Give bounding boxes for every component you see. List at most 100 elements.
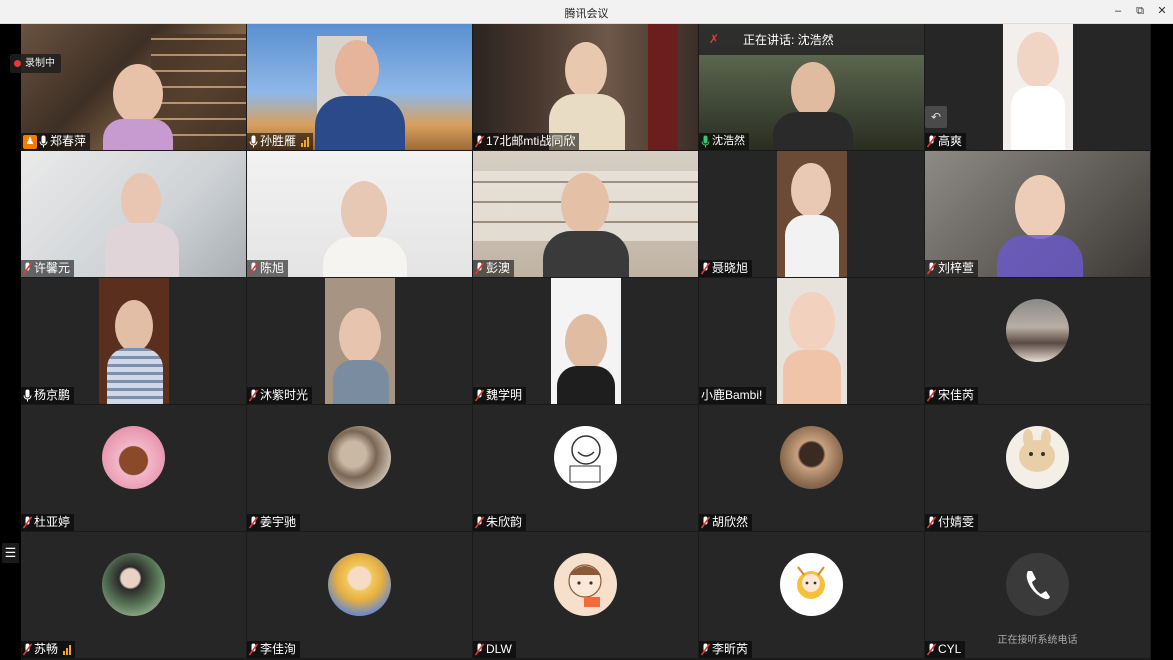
participant-tile[interactable]: 魏学明 <box>473 278 698 404</box>
participant-tile[interactable]: 彭澳 <box>473 151 698 277</box>
mic-muted-icon <box>475 135 484 148</box>
mic-muted-icon: ✗ <box>709 32 720 46</box>
participant-name: 沈浩然 <box>712 135 745 147</box>
participant-nametag: 胡欣然 <box>699 514 753 531</box>
mic-muted-icon <box>23 516 32 529</box>
participant-name: DLW <box>486 642 512 656</box>
participant-name: 17北邮mti战同欣 <box>486 134 576 148</box>
avatar <box>102 553 165 616</box>
participant-nametag: 陈旭 <box>247 260 289 277</box>
video-feed <box>1003 24 1073 150</box>
signal-icon <box>63 644 72 655</box>
participant-tile[interactable]: 胡欣然 <box>699 405 924 531</box>
video-feed <box>473 151 698 277</box>
participant-name: 付婧雯 <box>938 515 975 529</box>
participant-tile[interactable]: 朱欣韵 <box>473 405 698 531</box>
participant-tile[interactable]: 宋佳芮 <box>925 278 1150 404</box>
participant-name: 郑春萍 <box>50 134 87 148</box>
mic-muted-icon <box>927 262 936 275</box>
participant-name: 魏学明 <box>486 388 523 402</box>
video-feed <box>551 278 621 404</box>
participant-tile[interactable]: 沐紫时光 <box>247 278 472 404</box>
mic-on-icon <box>39 135 48 148</box>
participant-name: 胡欣然 <box>712 515 749 529</box>
participant-nametag: 李佳洵 <box>247 641 301 658</box>
avatar <box>1006 553 1069 616</box>
avatar <box>554 426 617 489</box>
participant-tile[interactable]: 孙胜雁 <box>247 24 472 150</box>
participant-name: 李昕芮 <box>712 642 749 656</box>
participant-nametag: 许馨元 <box>21 260 75 277</box>
participant-tile[interactable]: 17北邮mti战同欣 <box>473 24 698 150</box>
participant-nametag: 孙胜雁 <box>247 133 314 150</box>
video-feed <box>473 24 698 150</box>
participant-tile[interactable]: 许馨元 <box>21 151 246 277</box>
video-feed <box>325 278 395 404</box>
participant-tile[interactable]: ♟ 郑春萍 <box>21 24 246 150</box>
participant-name: 小鹿Bambi! <box>701 388 763 402</box>
window-title: 腾讯会议 <box>564 8 609 20</box>
back-arrow-icon[interactable]: ↶ <box>925 106 947 128</box>
avatar <box>554 553 617 616</box>
participant-tile[interactable]: ✗ 正在讲话: 沈浩然 沈浩然 <box>699 24 924 150</box>
mic-muted-icon <box>23 262 32 275</box>
minimize-icon[interactable]: – <box>1110 4 1126 18</box>
avatar <box>328 426 391 489</box>
avatar <box>1006 299 1069 362</box>
participant-nametag: 彭澳 <box>473 260 515 277</box>
host-icon: ♟ <box>23 134 37 149</box>
title-bar: 腾讯会议 – ⧉ ✕ <box>0 0 1173 24</box>
video-feed <box>99 278 169 404</box>
participant-tile[interactable]: DLW <box>473 532 698 658</box>
participant-nametag: 杨京鹏 <box>21 387 75 404</box>
avatar <box>328 553 391 616</box>
speaking-label: 正在讲话: 沈浩然 <box>743 33 834 47</box>
mic-muted-icon <box>23 643 32 656</box>
participant-tile[interactable]: 陈旭 <box>247 151 472 277</box>
participant-tile[interactable]: 刘梓萱 <box>925 151 1150 277</box>
participant-tile[interactable]: 杨京鹏 <box>21 278 246 404</box>
participant-nametag: 聂晓旭 <box>699 260 753 277</box>
participant-tile[interactable]: 李佳洵 <box>247 532 472 658</box>
participant-tile[interactable]: ↶ 高爽 <box>925 24 1150 150</box>
participant-nametag: ♟ 郑春萍 <box>21 133 91 150</box>
video-feed <box>777 278 847 404</box>
video-feed <box>925 151 1150 277</box>
mic-muted-icon <box>475 643 484 656</box>
participant-tile[interactable]: 正在接听系统电话 CYL <box>925 532 1150 658</box>
mic-muted-icon <box>249 262 258 275</box>
video-feed <box>247 24 472 150</box>
recording-indicator[interactable]: 录制中 <box>10 54 61 73</box>
mic-muted-icon <box>249 643 258 656</box>
signal-icon <box>301 136 310 147</box>
mic-muted-icon <box>475 262 484 275</box>
restore-icon[interactable]: ⧉ <box>1132 4 1148 18</box>
mic-on-icon <box>249 135 258 148</box>
participant-name: 高爽 <box>938 134 963 148</box>
participant-tile[interactable]: 李昕芮 <box>699 532 924 658</box>
participant-name: 李佳洵 <box>260 642 297 656</box>
video-feed <box>21 24 246 150</box>
close-icon[interactable]: ✕ <box>1154 4 1170 18</box>
participant-tile[interactable]: 姜宇驰 <box>247 405 472 531</box>
participant-tile[interactable]: 聂晓旭 <box>699 151 924 277</box>
avatar <box>780 553 843 616</box>
participant-nametag: 宋佳芮 <box>925 387 979 404</box>
participant-nametag: CYL <box>925 641 966 658</box>
participant-tile[interactable]: 杜亚婷 <box>21 405 246 531</box>
participant-name: CYL <box>938 642 962 656</box>
record-dot-icon <box>14 60 21 67</box>
participant-tile[interactable]: 苏畅 <box>21 532 246 658</box>
participant-nametag: 付婧雯 <box>925 514 979 531</box>
participant-name: 沐紫时光 <box>260 388 309 402</box>
participant-tile[interactable]: 小鹿Bambi! <box>699 278 924 404</box>
participant-nametag: DLW <box>473 641 516 658</box>
member-list-icon[interactable]: ☰ <box>2 543 19 563</box>
participant-name: 刘梓萱 <box>938 261 975 275</box>
avatar <box>780 426 843 489</box>
mic-muted-icon <box>927 135 936 148</box>
participant-tile[interactable]: 付婧雯 <box>925 405 1150 531</box>
participant-name: 杨京鹏 <box>34 388 71 402</box>
participant-nametag: 杜亚婷 <box>21 514 75 531</box>
video-grid: ♟ 郑春萍 孙胜雁 17北邮mti战同欣 ✗ 正在讲话: 沈浩然 沈浩然 ↶ 高… <box>21 24 1151 660</box>
